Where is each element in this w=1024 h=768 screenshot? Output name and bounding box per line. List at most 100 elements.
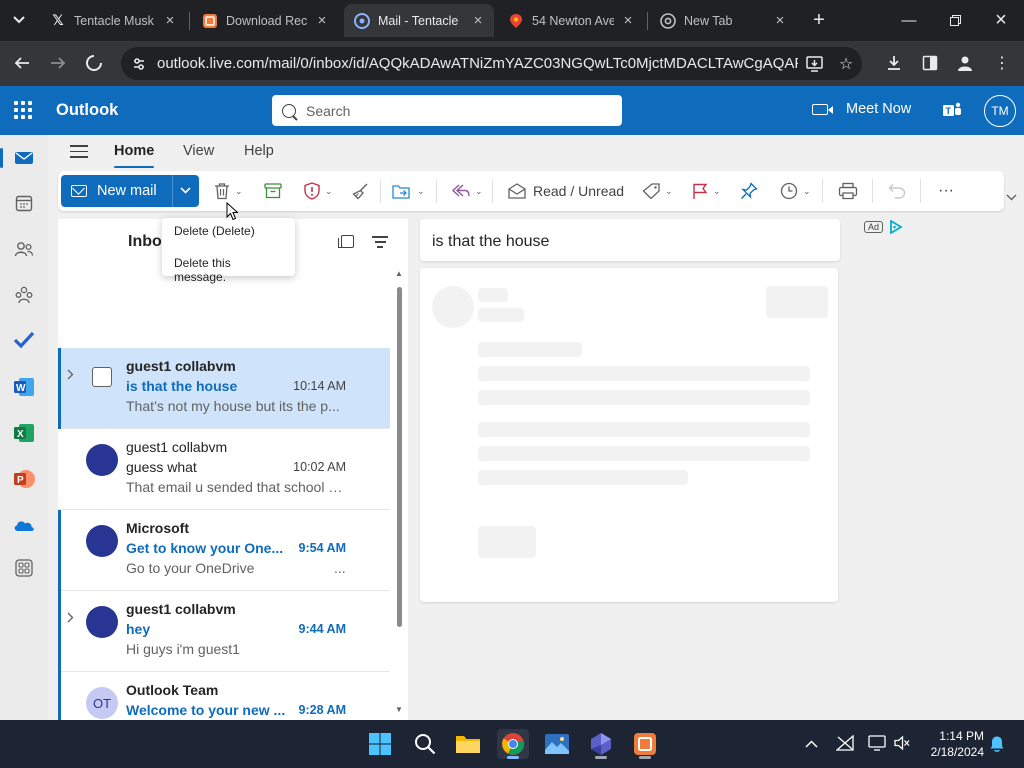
onedrive-icon[interactable] [12, 513, 36, 537]
close-icon[interactable]: × [162, 12, 178, 29]
ribbon-expand-icon[interactable] [1006, 193, 1017, 204]
message-checkbox[interactable] [92, 367, 112, 387]
people-icon[interactable] [12, 237, 36, 261]
browser-tab-twitter[interactable]: 𝕏 Tentacle Musk ( × [40, 4, 186, 37]
tray-overflow-icon[interactable] [805, 736, 818, 751]
photos-icon[interactable] [541, 729, 573, 759]
user-avatar[interactable]: TM [984, 95, 1016, 127]
chevron-down-icon[interactable] [180, 183, 191, 197]
chevron-right-icon[interactable] [67, 369, 74, 383]
recorder-taskbar-icon[interactable] [629, 729, 661, 759]
chevron-down-icon[interactable]: ⌄ [417, 186, 425, 197]
calendar-icon[interactable] [12, 191, 36, 215]
powerpoint-icon[interactable]: P [12, 467, 36, 491]
scrollbar-thumb[interactable] [397, 287, 402, 627]
close-icon[interactable]: × [772, 12, 788, 29]
browser-tab-newtab[interactable]: New Tab × [650, 4, 796, 37]
close-icon[interactable]: × [470, 12, 486, 29]
new-tab-button[interactable]: + [808, 9, 830, 31]
tab-home[interactable]: Home [114, 143, 155, 168]
loading-spinner[interactable] [80, 49, 108, 77]
back-button[interactable] [8, 49, 36, 77]
hamburger-menu-icon[interactable] [70, 145, 88, 159]
filter-icon[interactable] [372, 236, 388, 251]
read-unread-button[interactable]: Read / Unread [508, 180, 624, 202]
chevron-down-icon[interactable]: ⌄ [803, 186, 811, 197]
profile-button[interactable] [951, 49, 979, 77]
pin-button[interactable] [740, 180, 758, 202]
select-mode-icon[interactable] [338, 235, 354, 248]
meet-now-button[interactable]: Meet Now [812, 101, 911, 117]
message-row[interactable]: guest1 collabvm is that the house 10:14 … [58, 348, 390, 429]
teams-icon[interactable]: T [942, 100, 962, 120]
close-icon[interactable]: × [620, 12, 636, 29]
chevron-down-icon[interactable]: ⌄ [475, 186, 483, 197]
adchoices-icon[interactable] [889, 220, 903, 234]
minimize-button[interactable]: — [886, 6, 932, 34]
search-box[interactable]: Search [272, 95, 622, 126]
chevron-down-icon[interactable]: ⌄ [713, 186, 721, 197]
close-icon[interactable]: × [314, 12, 330, 29]
excel-icon[interactable]: X [12, 421, 36, 445]
url-text: outlook.live.com/mail/0/inbox/id/AQQkADA… [157, 55, 798, 72]
downloads-button[interactable] [880, 49, 908, 77]
more-apps-icon[interactable] [12, 556, 36, 580]
ribbon-toolbar: New mail ⌄ ⌄ ⌄ ⌄ Read / Unread ⌄ ⌄ ⌄ ··· [58, 171, 1004, 211]
notification-bell-icon[interactable] [989, 735, 1005, 756]
tab-help[interactable]: Help [244, 143, 274, 159]
groups-icon[interactable] [12, 283, 36, 307]
archive-button[interactable] [264, 180, 282, 202]
reply-button[interactable]: ⌄ [450, 180, 483, 202]
browser-tab-download[interactable]: Download Rec × [192, 4, 338, 37]
categorize-button[interactable]: ⌄ [642, 180, 673, 202]
tab-view[interactable]: View [183, 143, 214, 159]
x-icon: 𝕏 [52, 12, 64, 28]
side-panel-button[interactable] [916, 49, 944, 77]
network-status-icon[interactable] [835, 734, 854, 754]
undo-button[interactable] [888, 180, 906, 202]
browser-tab-mail[interactable]: Mail - Tentacle × [344, 4, 494, 37]
app-brand[interactable]: Outlook [56, 101, 118, 120]
chevron-down-icon[interactable]: ⌄ [665, 186, 673, 197]
print-button[interactable] [838, 180, 858, 202]
message-row[interactable]: guest1 collabvm hey 9:44 AM Hi guys i'm … [58, 591, 390, 672]
clipchamp-icon[interactable] [585, 729, 617, 759]
browser-tab-maps[interactable]: 54 Newton Ave × [498, 4, 644, 37]
scroll-down-icon[interactable]: ▼ [395, 705, 403, 714]
report-button[interactable]: ⌄ [304, 180, 333, 202]
chrome-taskbar-icon[interactable] [497, 729, 529, 759]
browser-menu-button[interactable]: ⋮ [988, 49, 1016, 77]
flag-button[interactable]: ⌄ [692, 180, 721, 202]
delete-button[interactable]: ⌄ [214, 180, 243, 202]
taskbar-search-icon[interactable] [409, 729, 441, 759]
chevron-down-icon[interactable]: ⌄ [325, 186, 333, 197]
more-options-button[interactable]: ··· [938, 180, 954, 202]
chevron-right-icon[interactable] [67, 612, 74, 626]
restore-button[interactable] [932, 6, 978, 34]
word-icon[interactable]: W [12, 375, 36, 399]
chevron-down-icon[interactable]: ⌄ [235, 186, 243, 197]
tab-search-button[interactable] [6, 8, 32, 32]
app-launcher-icon[interactable] [14, 101, 32, 119]
mail-icon[interactable] [12, 146, 36, 170]
snooze-button[interactable]: ⌄ [780, 180, 811, 202]
site-info-icon[interactable] [121, 57, 157, 71]
volume-muted-icon[interactable] [894, 735, 910, 754]
address-bar[interactable]: outlook.live.com/mail/0/inbox/id/AQQkADA… [121, 47, 862, 80]
sweep-button[interactable] [352, 180, 370, 202]
message-row[interactable]: OT Outlook Team Welcome to your new ... … [58, 672, 390, 720]
move-to-button[interactable]: ⌄ [392, 180, 425, 202]
bookmark-star-icon[interactable]: ☆ [830, 54, 862, 74]
close-window-button[interactable]: × [978, 6, 1024, 34]
message-row[interactable]: guest1 collabvm guess what 10:02 AM That… [58, 429, 390, 510]
display-icon[interactable] [868, 735, 886, 754]
message-row[interactable]: Microsoft Get to know your One... 9:54 A… [58, 510, 390, 591]
scroll-up-icon[interactable]: ▲ [395, 269, 403, 278]
todo-icon[interactable] [12, 328, 36, 352]
forward-button[interactable] [44, 49, 72, 77]
windows-start-icon[interactable] [364, 729, 396, 759]
taskbar-clock[interactable]: 1:14 PM 2/18/2024 [920, 728, 984, 760]
file-explorer-icon[interactable] [452, 729, 484, 759]
install-app-icon[interactable] [798, 55, 830, 72]
new-mail-button[interactable]: New mail [61, 175, 199, 207]
